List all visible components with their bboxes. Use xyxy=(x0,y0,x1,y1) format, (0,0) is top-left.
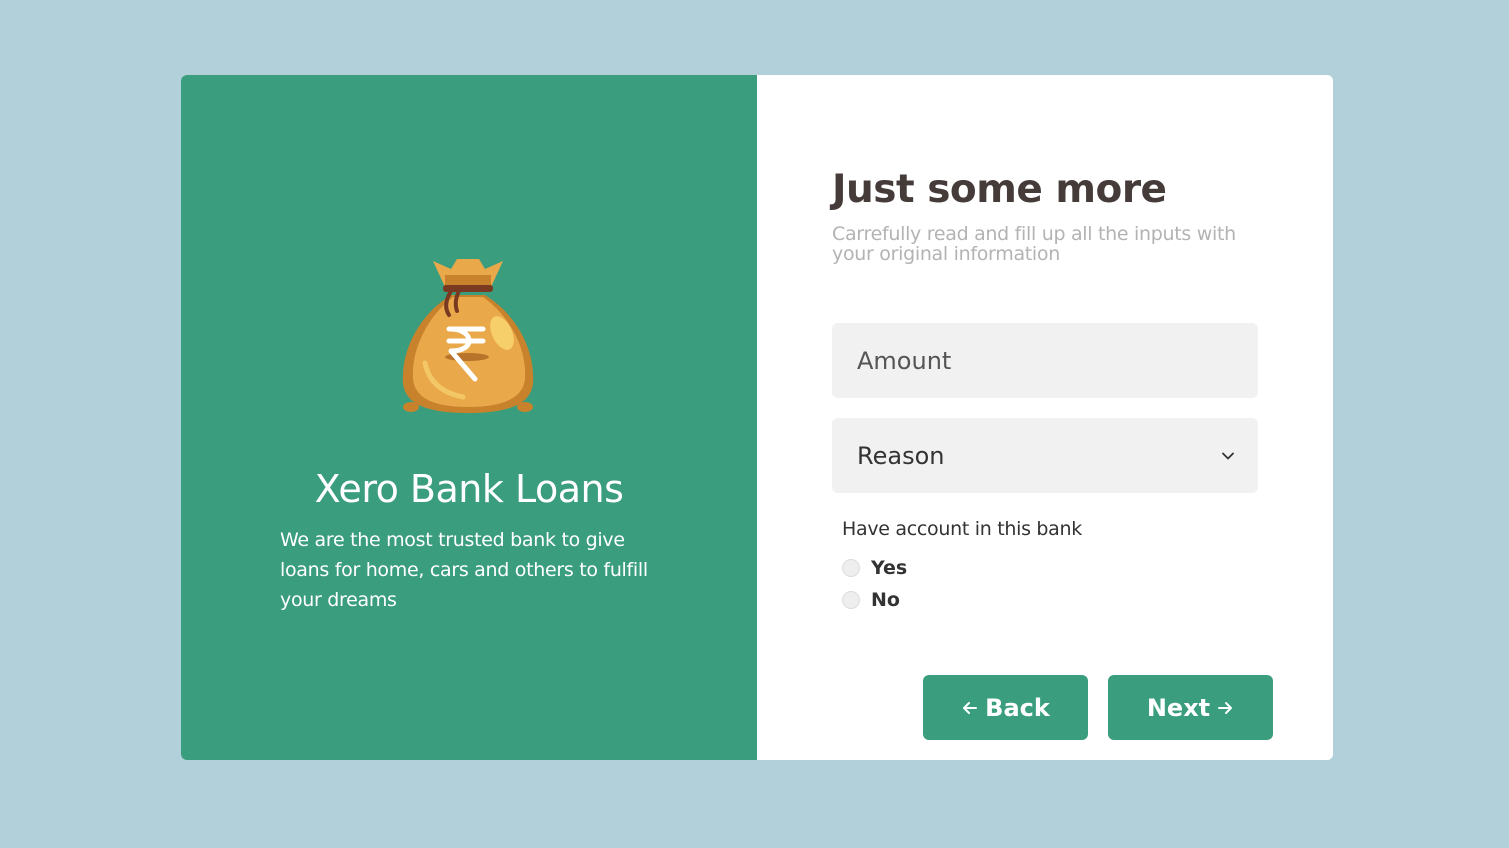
chevron-down-icon xyxy=(1222,452,1234,459)
radio-option-no[interactable]: No xyxy=(842,589,900,611)
form-title: Just some more xyxy=(832,167,1167,212)
radio-option-yes[interactable]: Yes xyxy=(842,557,907,579)
account-question-label: Have account in this bank xyxy=(842,518,1082,540)
loan-card: Xero Bank Loans We are the most trusted … xyxy=(181,75,1333,760)
radio-no-label: No xyxy=(871,589,900,611)
brand-description: We are the most trusted bank to give loa… xyxy=(280,529,648,611)
brand-title: Xero Bank Loans xyxy=(314,467,624,511)
form-panel: Just some more Carrefully read and fill … xyxy=(757,75,1333,760)
reason-selected-value: Reason xyxy=(857,441,945,470)
back-button[interactable]: Back xyxy=(923,675,1088,740)
amount-input[interactable] xyxy=(832,323,1258,398)
next-button[interactable]: Next xyxy=(1108,675,1273,740)
radio-no-button[interactable] xyxy=(842,591,860,609)
next-button-label: Next xyxy=(1146,693,1211,722)
brand-panel: Xero Bank Loans We are the most trusted … xyxy=(181,75,757,760)
arrow-left-icon xyxy=(963,701,978,714)
radio-yes-label: Yes xyxy=(871,557,908,579)
reason-select[interactable]: Reason xyxy=(832,418,1258,493)
radio-yes-button[interactable] xyxy=(842,559,860,577)
money-bag-rupee-icon xyxy=(402,259,534,413)
form-subtitle: Carrefully read and fill up all the inpu… xyxy=(832,223,1236,265)
back-button-label: Back xyxy=(985,693,1050,722)
arrow-right-icon xyxy=(1218,701,1233,714)
